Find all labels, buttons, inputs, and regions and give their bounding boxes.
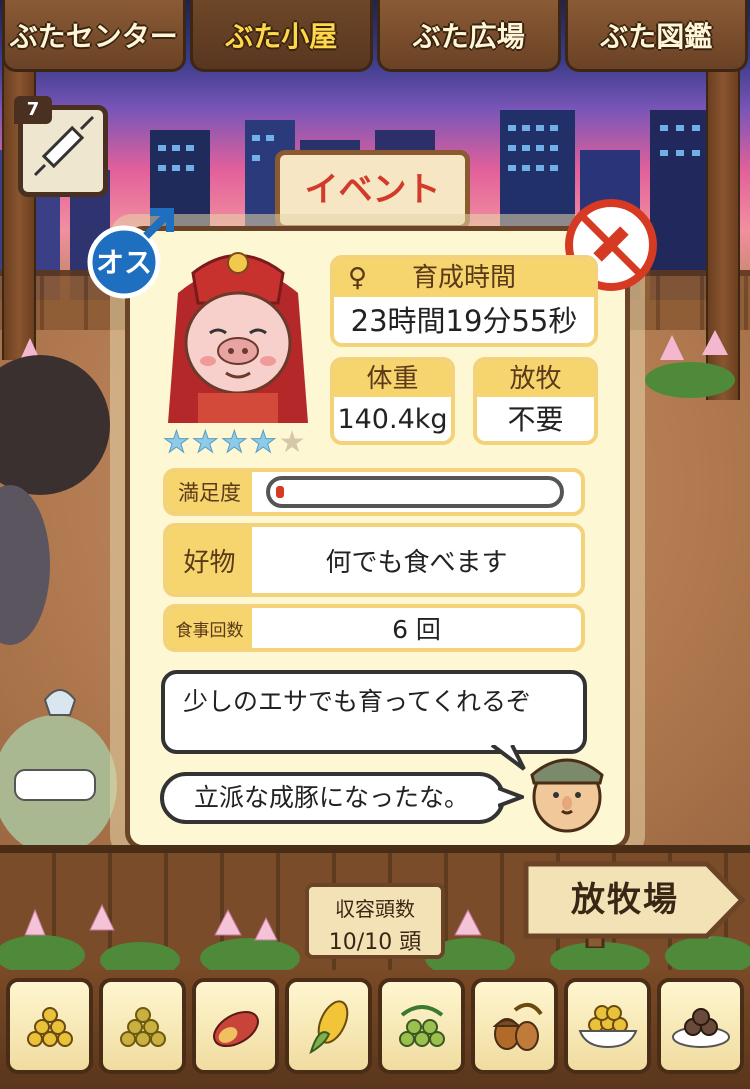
food-button-grain-bowl[interactable] [564,978,651,1074]
food-button-meatballs[interactable] [657,978,744,1074]
top-nav: ぶたセンター ぶた小屋 ぶた広場 ぶた図鑑 [0,0,750,78]
soybean-pile-icon [119,1007,166,1047]
background-pig-dark [0,355,110,645]
acorn-icon [492,1002,543,1051]
food-button-sweet-potato[interactable] [192,978,279,1074]
grazing-box: 放牧 不要 [473,357,598,445]
capacity-value: 10/10 頭 [328,930,422,955]
game-screen: ぶたセンター ぶた小屋 ぶた広場 ぶた図鑑 7 イベント オス ★ ★ ★ ★ … [0,0,750,1089]
weight-label: 体重 [334,361,451,397]
gender-label: オス [96,246,152,279]
food-button-acorn[interactable] [471,978,558,1074]
growth-time-label: 育成時間 [411,263,516,293]
pasture-sign-label[interactable]: 放牧場 [540,870,710,930]
food-button-corn[interactable] [285,978,372,1074]
tab-buta-zukan[interactable]: ぶた図鑑 [564,0,748,72]
grazing-value: 不要 [507,403,564,436]
meal-count-row: 食事回数 6 回 [163,604,585,652]
star-icon: ★ [249,425,277,460]
tab-buta-hiroba[interactable]: ぶた広場 [377,0,561,72]
speech-bubble-2: 立派な成豚になったな。 [160,772,505,824]
pig-portrait [168,252,308,423]
capacity-label: 収容頭数 [335,897,415,921]
lotus-decoration-right [645,330,735,398]
satisfaction-label: 満足度 [167,472,252,512]
speech-text-1: 少しのエサでも育ってくれるぞ [183,687,532,716]
star-icon: ★ [191,425,219,460]
speech-bubble-1-tail [490,745,526,771]
star-icon: ★ [163,425,191,460]
favorite-food-value: 何でも食べます [325,547,508,578]
speech-text-2: 立派な成豚になったな。 [194,783,470,812]
timer-icon: ♀ [348,263,368,293]
growth-time-box: ♀ 育成時間 23時間19分55秒 [330,255,598,347]
grazing-label: 放牧 [477,361,594,397]
food-button-green-beans[interactable] [378,978,465,1074]
weight-value: 140.4kg [337,404,448,435]
food-toolbar [0,970,750,1089]
tab-buta-center[interactable]: ぶたセンター [2,0,186,72]
favorite-food-row: 好物 何でも食べます [163,523,585,597]
green-beans-icon [398,1005,445,1047]
sweet-potato-icon [212,1010,259,1048]
star-empty-icon: ★ [278,425,306,460]
corn-icon [308,1000,348,1055]
grain-pile-icon [26,1007,73,1047]
tab-buta-goya[interactable]: ぶた小屋 [189,0,373,72]
food-button-grain[interactable] [6,978,93,1074]
farmer-avatar [530,758,604,833]
satisfaction-gauge [266,476,564,508]
weight-box: 体重 140.4kg [330,357,455,445]
meat-balls-plate-icon [671,1008,730,1048]
item-count-badge: 7 [14,96,52,124]
meal-count-value: 6 回 [392,615,441,644]
speech-bubble-1: 少しのエサでも育ってくれるぞ [161,670,587,754]
favorite-food-label: 好物 [167,527,252,593]
star-icon: ★ [220,425,248,460]
background-pig-masked [0,689,117,855]
grain-bowl-icon [578,1005,637,1049]
food-button-soybean[interactable] [99,978,186,1074]
growth-time-value: 23時間19分55秒 [350,304,578,338]
rating-stars: ★ ★ ★ ★ ★ [163,425,313,460]
satisfaction-gauge-fill [276,486,284,498]
speech-bubble-2-tail [498,786,524,808]
satisfaction-row: 満足度 [163,468,585,516]
meal-count-label: 食事回数 [167,608,252,648]
capacity-sign: 収容頭数 10/10 頭 [305,883,445,959]
